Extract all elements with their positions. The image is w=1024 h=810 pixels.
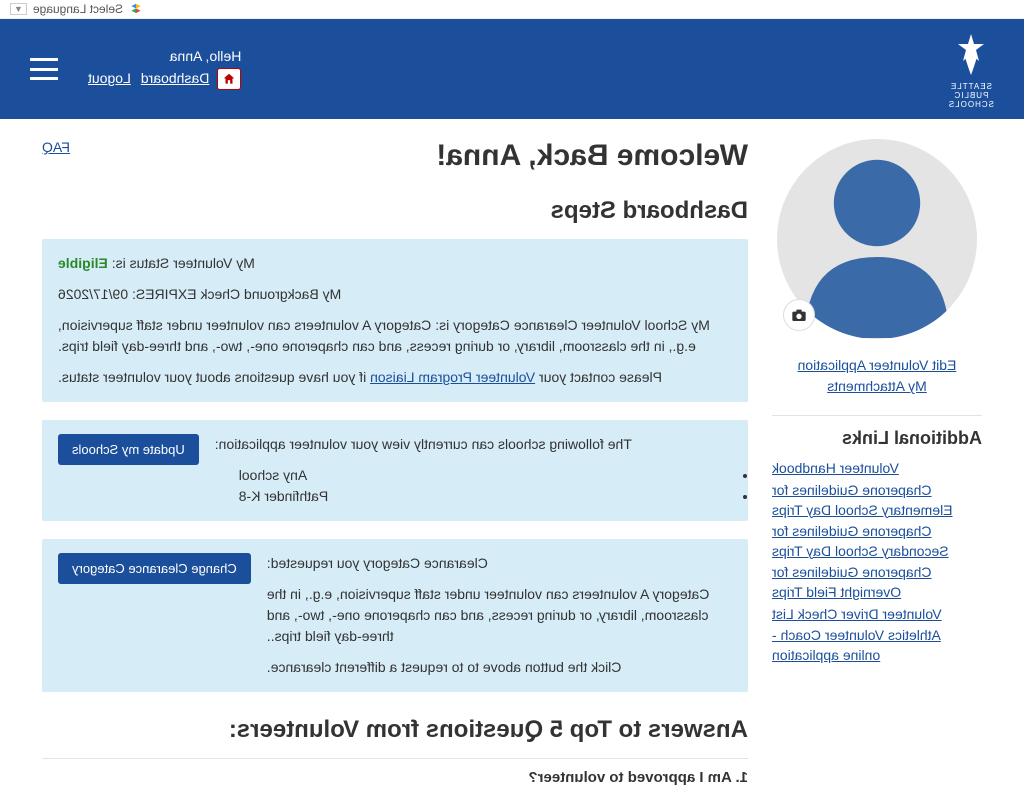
change-clearance-button[interactable]: Change Clearance Category (58, 553, 251, 584)
main-content: Welcome Back, Anna! FAQ Dashboard Steps … (42, 139, 748, 790)
clearance-hint: Click the button above to to request a d… (267, 657, 732, 678)
dashboard-link[interactable]: Dashboard (141, 70, 210, 86)
contact-prefix: Please contact your (535, 369, 662, 385)
school-item: Pathfinder K-8 (239, 486, 732, 507)
sidebar-divider (772, 415, 982, 416)
logo: SEATTLE PUBLIC SCHOOLS (948, 29, 994, 109)
hamburger-menu[interactable] (30, 58, 58, 80)
additional-links-list: Volunteer Handbook Chaperone Guidelines … (772, 459, 982, 665)
sidebar: Edit Volunteer Application My Attachment… (772, 139, 982, 790)
additional-link[interactable]: Chaperone Guidelines for Overnight Field… (772, 563, 982, 602)
select-language-label[interactable]: Select Language (33, 2, 123, 16)
qa-section-title: Answers to Top 5 Questions from Voluntee… (42, 716, 748, 744)
language-bar: Select Language ▼ (0, 0, 1024, 19)
contact-suffix: if you have questions about your volunte… (58, 369, 370, 385)
update-schools-button[interactable]: Update my Schools (58, 434, 199, 465)
volunteer-liaison-link[interactable]: Volunteer Program Liaison (370, 369, 535, 385)
clearance-category-desc: My School Volunteer Clearance Category i… (58, 315, 732, 357)
header: SEATTLE PUBLIC SCHOOLS Hello, Anna Dashb… (0, 19, 1024, 119)
status-value: Eligible (58, 255, 108, 271)
logout-link[interactable]: Logout (88, 70, 131, 86)
schools-panel: The following schools can currently view… (42, 420, 748, 521)
school-item: Any school (239, 465, 732, 486)
edit-application-link[interactable]: Edit Volunteer Application (772, 355, 982, 376)
bgcheck-expiry: My Background Check EXPIRES: 09/17/2026 (58, 284, 732, 305)
clearance-requested-desc: Category A volunteers can volunteer unde… (267, 584, 732, 647)
additional-link[interactable]: Volunteer Driver Check List (772, 605, 982, 625)
additional-link[interactable]: Chaperone Guidelines for Elementary Scho… (772, 481, 982, 520)
additional-link[interactable]: Volunteer Handbook (772, 459, 982, 479)
schools-list: Any school Pathfinder K-8 (215, 465, 732, 507)
home-icon[interactable] (217, 68, 241, 90)
google-translate-icon (129, 2, 143, 16)
logo-text-3: SCHOOLS (948, 101, 994, 110)
schools-intro: The following schools can currently view… (215, 434, 732, 455)
faq-link[interactable]: FAQ (42, 139, 70, 155)
upload-photo-button[interactable] (783, 299, 815, 331)
clearance-panel: Clearance Category you requested: Catego… (42, 539, 748, 692)
language-dropdown-arrow[interactable]: ▼ (10, 3, 27, 15)
greeting: Hello, Anna (78, 48, 241, 64)
dashboard-steps-heading: Dashboard Steps (42, 197, 748, 225)
clearance-requested-label: Clearance Category you requested: (267, 553, 732, 574)
page-title: Welcome Back, Anna! (436, 139, 748, 173)
additional-link[interactable]: Athletics Volunteer Coach - online appli… (772, 626, 982, 665)
additional-links-title: Additional Links (772, 428, 982, 449)
status-prefix: My Volunteer Status is: (108, 255, 255, 271)
qa-item-1[interactable]: 1. Am I approved to volunteer? (42, 758, 748, 790)
status-panel: My Volunteer Status is: Eligible My Back… (42, 239, 748, 402)
my-attachments-link[interactable]: My Attachments (772, 376, 982, 397)
additional-link[interactable]: Chaperone Guidelines for Secondary Schoo… (772, 522, 982, 561)
